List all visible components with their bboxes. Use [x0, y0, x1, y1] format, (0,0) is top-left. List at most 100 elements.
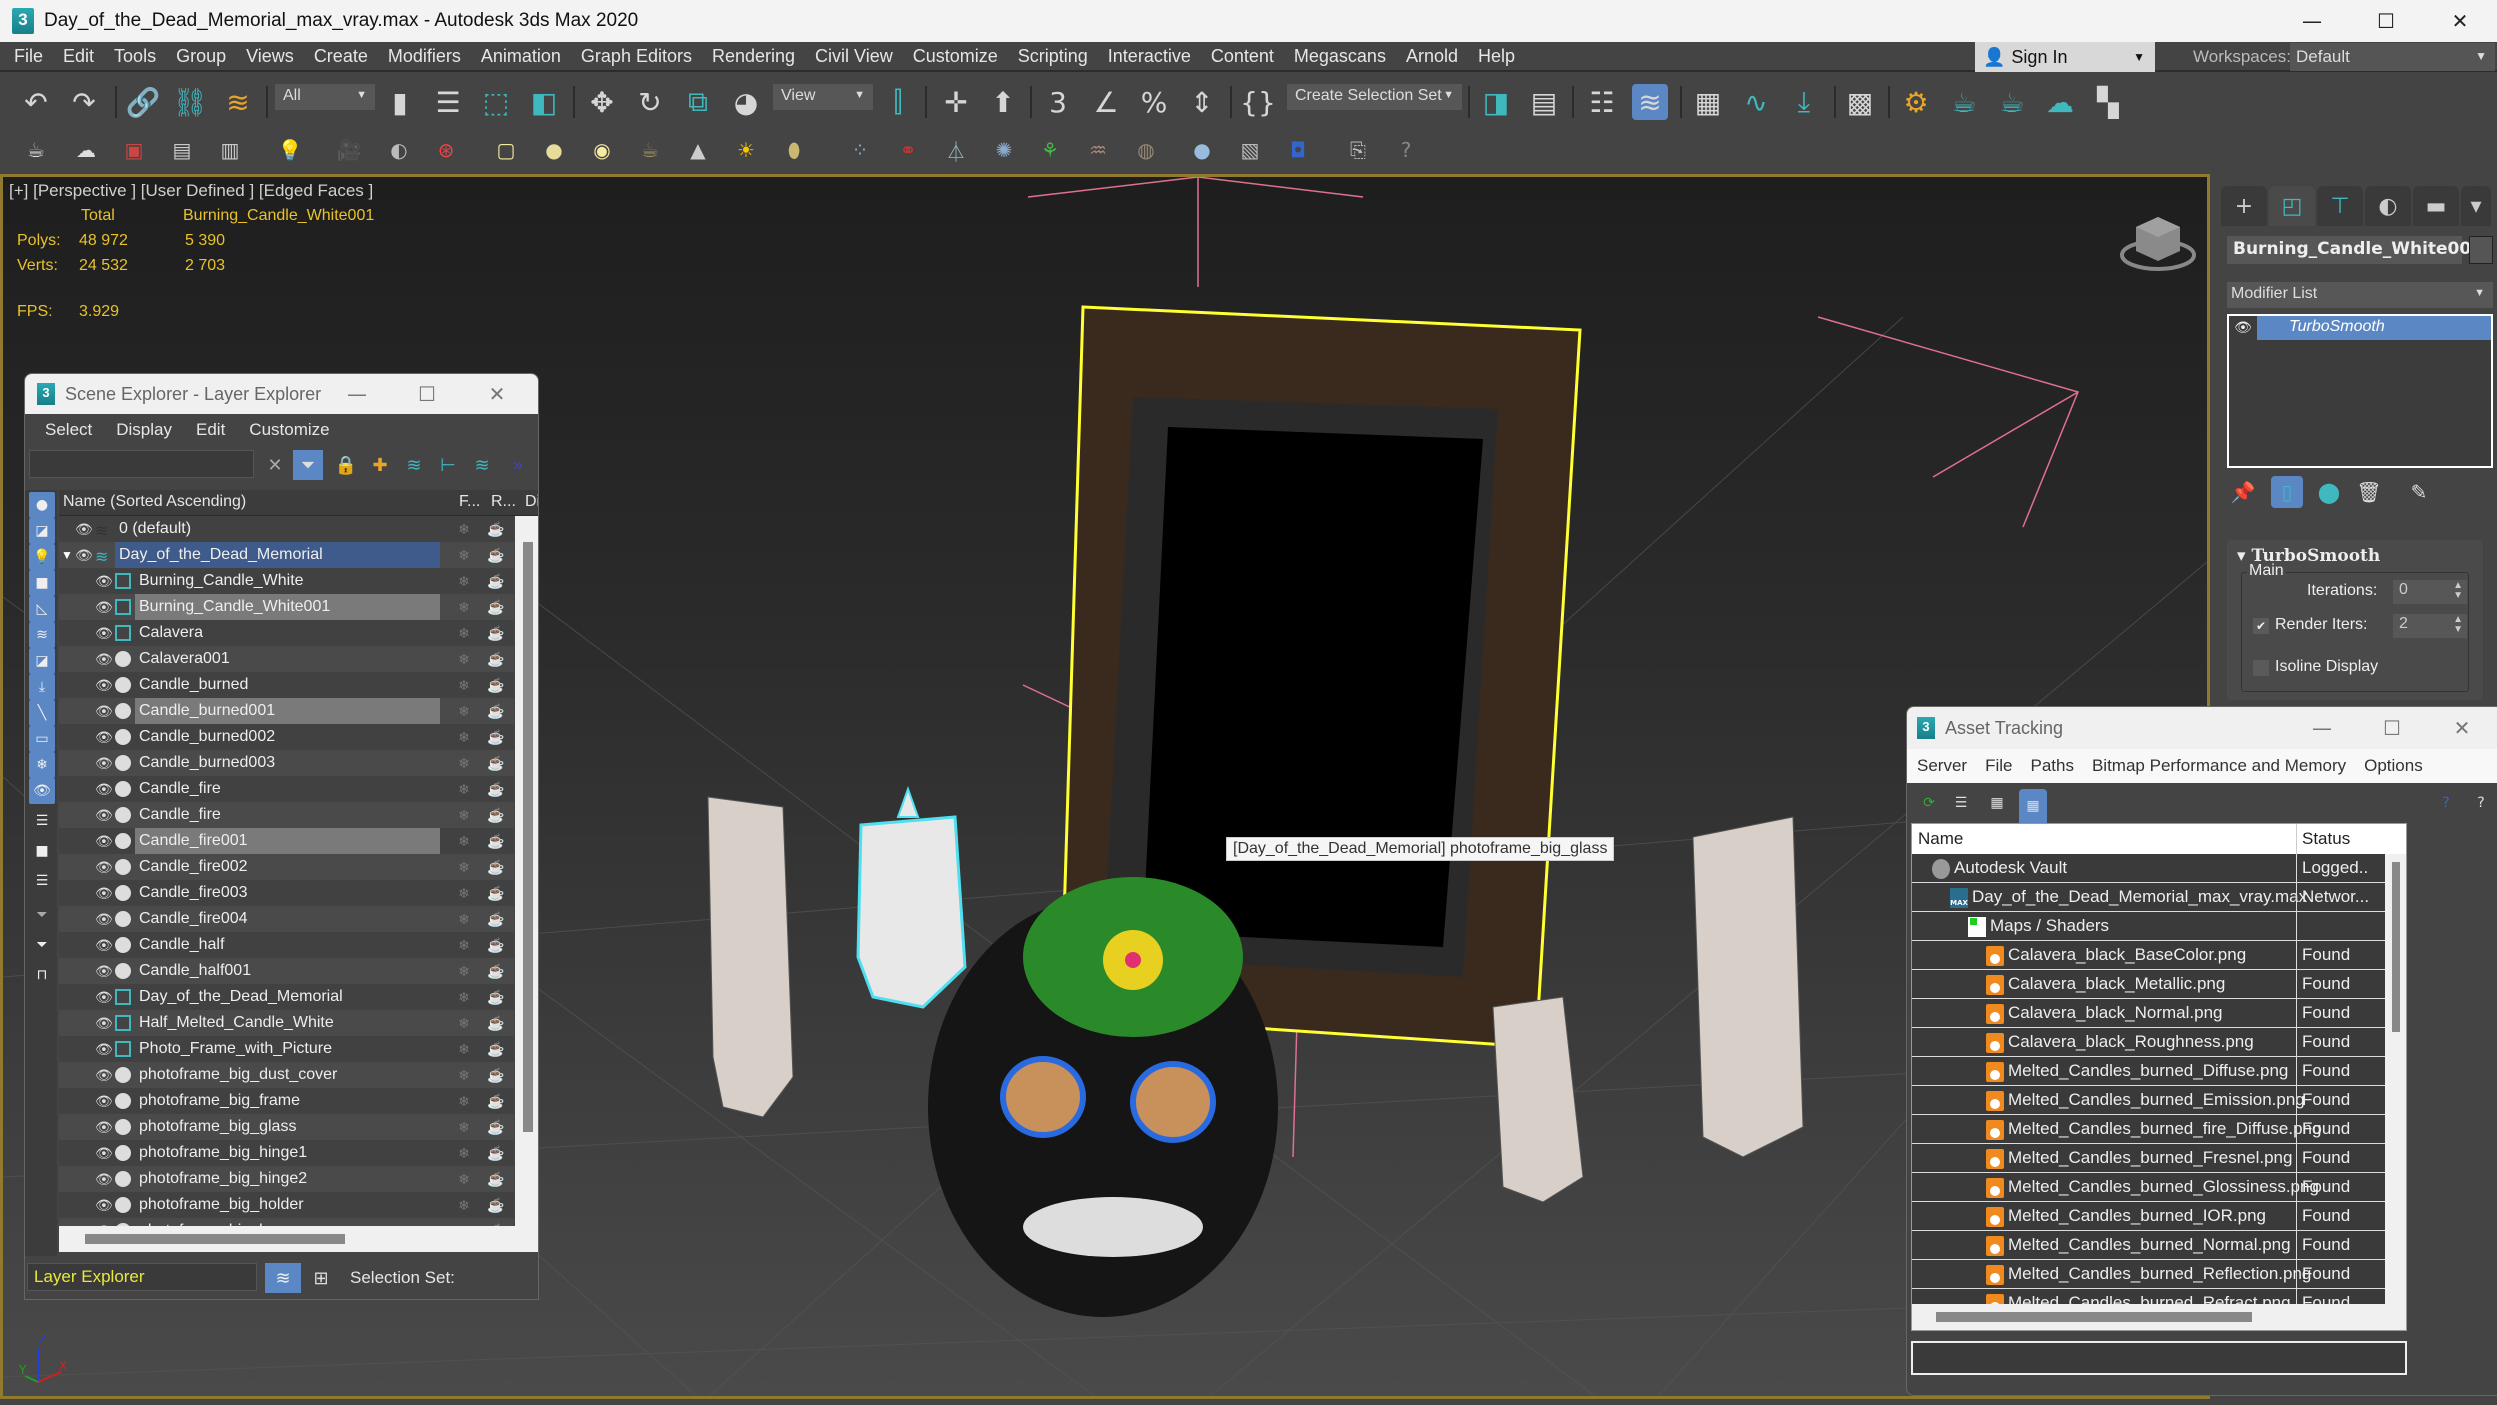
- freeze-icon[interactable]: ❄: [454, 1145, 474, 1162]
- menu-file[interactable]: File: [14, 46, 43, 67]
- minimize-button[interactable]: —: [2275, 0, 2349, 42]
- scene-explorer-vertical-scrollbar[interactable]: [515, 516, 538, 1226]
- scene-converter-icon[interactable]: ⎘: [1344, 136, 1372, 164]
- more-tabs-icon[interactable]: ▾: [2461, 186, 2491, 226]
- render-in-cloud-icon[interactable]: ☁: [2042, 84, 2078, 120]
- bind-to-space-warp-icon[interactable]: ≋: [220, 84, 256, 120]
- dome-light-icon[interactable]: ●: [540, 136, 568, 164]
- freeze-icon[interactable]: ❄: [454, 807, 474, 824]
- freeze-icon[interactable]: ❄: [454, 651, 474, 668]
- render-panel-icon[interactable]: ▥: [216, 136, 244, 164]
- filter-icon[interactable]: ⏷: [293, 450, 323, 480]
- render-settings-icon[interactable]: ▤: [168, 136, 196, 164]
- select-and-place-icon[interactable]: ◕: [728, 84, 764, 120]
- scene-explorer-row[interactable]: 👁 Candle_half ❄ ☕: [59, 932, 514, 958]
- table-view-icon[interactable]: ▦: [2019, 789, 2047, 823]
- plane-icon[interactable]: ⏃: [942, 136, 970, 164]
- eye-icon[interactable]: 👁: [95, 599, 113, 616]
- scene-explorer-row[interactable]: 👁 Candle_fire ❄ ☕: [59, 776, 514, 802]
- hierarchy-tab-icon[interactable]: ⊤: [2317, 186, 2363, 226]
- menu-scripting[interactable]: Scripting: [1018, 46, 1088, 67]
- spinner-arrows-icon[interactable]: ▲ ▼: [2453, 581, 2463, 601]
- renderable-teapot-icon[interactable]: ☕: [484, 677, 508, 694]
- renderable-teapot-icon[interactable]: ☕: [484, 729, 508, 746]
- expand-arrow-icon[interactable]: ▼: [61, 548, 73, 562]
- column-frozen[interactable]: F...: [459, 493, 480, 511]
- menu-create[interactable]: Create: [314, 46, 368, 67]
- eye-icon[interactable]: 👁: [95, 807, 113, 824]
- scene-explorer-row[interactable]: 👁photoframe_big_leg❄☕: [59, 1218, 514, 1226]
- scene-explorer-row[interactable]: 👁 Candle_fire001 ❄ ☕: [59, 828, 514, 854]
- scene-explorer-horizontal-scrollbar[interactable]: [59, 1226, 538, 1252]
- scrollbar-thumb[interactable]: [523, 542, 533, 1132]
- freeze-icon[interactable]: ❄: [454, 1093, 474, 1110]
- renderable-teapot-icon[interactable]: ☕: [484, 989, 508, 1006]
- eye-icon[interactable]: 👁: [95, 1041, 113, 1058]
- renderable-teapot-icon[interactable]: ☕: [484, 1015, 508, 1032]
- menu-modifiers[interactable]: Modifiers: [388, 46, 461, 67]
- sign-in-dropdown[interactable]: 👤 Sign In ▼: [1975, 42, 2155, 72]
- freeze-icon[interactable]: ❄: [454, 1197, 474, 1214]
- renderable-teapot-icon[interactable]: ☕: [484, 703, 508, 720]
- freeze-icon[interactable]: ❄: [454, 1041, 474, 1058]
- eye-icon[interactable]: 👁: [95, 1197, 113, 1214]
- object-color-swatch[interactable]: [2469, 236, 2493, 264]
- freeze-icon[interactable]: ❄: [454, 573, 474, 590]
- teapot-icon[interactable]: ☕: [22, 136, 50, 164]
- at-menu-file[interactable]: File: [1985, 756, 2012, 776]
- freeze-icon[interactable]: ❄: [454, 963, 474, 980]
- list-view-icon[interactable]: ☰: [1947, 789, 1975, 817]
- freeze-icon[interactable]: ❄: [454, 859, 474, 876]
- fur-icon[interactable]: ⁘: [846, 136, 874, 164]
- asset-row[interactable]: Maps / Shaders: [1912, 912, 2385, 941]
- cloud-icon[interactable]: ☁: [72, 136, 100, 164]
- renderable-teapot-icon[interactable]: ☕: [484, 651, 508, 668]
- asset-row[interactable]: Melted_Candles_burned_IOR.png Found: [1912, 1202, 2385, 1231]
- iterations-spinner[interactable]: 0 ▲ ▼: [2393, 580, 2467, 604]
- light-lister-icon[interactable]: 💡: [276, 136, 304, 164]
- menu-civil-view[interactable]: Civil View: [815, 46, 893, 67]
- select-and-rotate-icon[interactable]: ↻: [632, 84, 668, 120]
- ornatrix-icon[interactable]: ◍: [1132, 136, 1160, 164]
- modify-tab-icon[interactable]: ◰: [2269, 186, 2315, 226]
- sort-by-layer-icon[interactable]: ≋: [265, 1263, 301, 1293]
- helpers-filter-icon[interactable]: ◺: [29, 596, 55, 622]
- close-button[interactable]: ✕: [2423, 0, 2497, 42]
- eye-icon[interactable]: 👁: [95, 937, 113, 954]
- find-input[interactable]: [29, 450, 254, 478]
- spinner-arrows-icon[interactable]: ▲ ▼: [2453, 615, 2463, 635]
- menu-animation[interactable]: Animation: [481, 46, 561, 67]
- schematic-view-icon[interactable]: ⤓: [1786, 84, 1822, 120]
- freeze-icon[interactable]: ❄: [454, 755, 474, 772]
- menu-rendering[interactable]: Rendering: [712, 46, 795, 67]
- window-crossing-icon[interactable]: ◧: [526, 84, 562, 120]
- renderable-teapot-icon[interactable]: ☕: [484, 1041, 508, 1058]
- scene-explorer-row[interactable]: 👁 Half_Melted_Candle_White ❄ ☕: [59, 1010, 514, 1036]
- eye-icon[interactable]: 👁: [95, 677, 113, 694]
- scene-explorer-row[interactable]: 👁 Photo_Frame_with_Picture ❄ ☕: [59, 1036, 514, 1062]
- renderable-teapot-icon[interactable]: ☕: [484, 911, 508, 928]
- spinner-snap-icon[interactable]: ⇕: [1184, 84, 1220, 120]
- hidden-filter-icon[interactable]: 👁: [29, 778, 55, 804]
- freeze-icon[interactable]: ❄: [454, 911, 474, 928]
- workspaces-dropdown[interactable]: Default ▼: [2290, 43, 2495, 71]
- ies-light-icon[interactable]: ⬮: [780, 136, 808, 164]
- eye-icon[interactable]: 👁: [2229, 316, 2257, 340]
- menu-help[interactable]: Help: [1478, 46, 1515, 67]
- asset-horizontal-scrollbar[interactable]: [1912, 1304, 2406, 1330]
- scene-explorer-row[interactable]: 👁 Candle_fire ❄ ☕: [59, 802, 514, 828]
- create-layer-icon[interactable]: ✚: [365, 450, 395, 480]
- scene-explorer-row[interactable]: 👁 ≋ 0 (default) ❄ ☕: [59, 516, 514, 542]
- close-button[interactable]: ✕: [462, 374, 532, 414]
- help-icon[interactable]: ?: [1392, 136, 1420, 164]
- renderable-teapot-icon[interactable]: ☕: [484, 1119, 508, 1136]
- menu-edit[interactable]: Edit: [63, 46, 94, 67]
- scene-explorer-title-bar[interactable]: 3 Scene Explorer - Layer Explorer — ☐ ✕: [25, 374, 538, 414]
- scene-explorer-row[interactable]: 👁 Candle_burned003 ❄ ☕: [59, 750, 514, 776]
- eye-icon[interactable]: 👁: [95, 885, 113, 902]
- freeze-icon[interactable]: ❄: [454, 729, 474, 746]
- freeze-icon[interactable]: ❄: [454, 937, 474, 954]
- renderable-teapot-icon[interactable]: ☕: [484, 1197, 508, 1214]
- show-end-result-icon[interactable]: ▯: [2271, 476, 2303, 508]
- scene-explorer-row[interactable]: 👁 Candle_fire002 ❄ ☕: [59, 854, 514, 880]
